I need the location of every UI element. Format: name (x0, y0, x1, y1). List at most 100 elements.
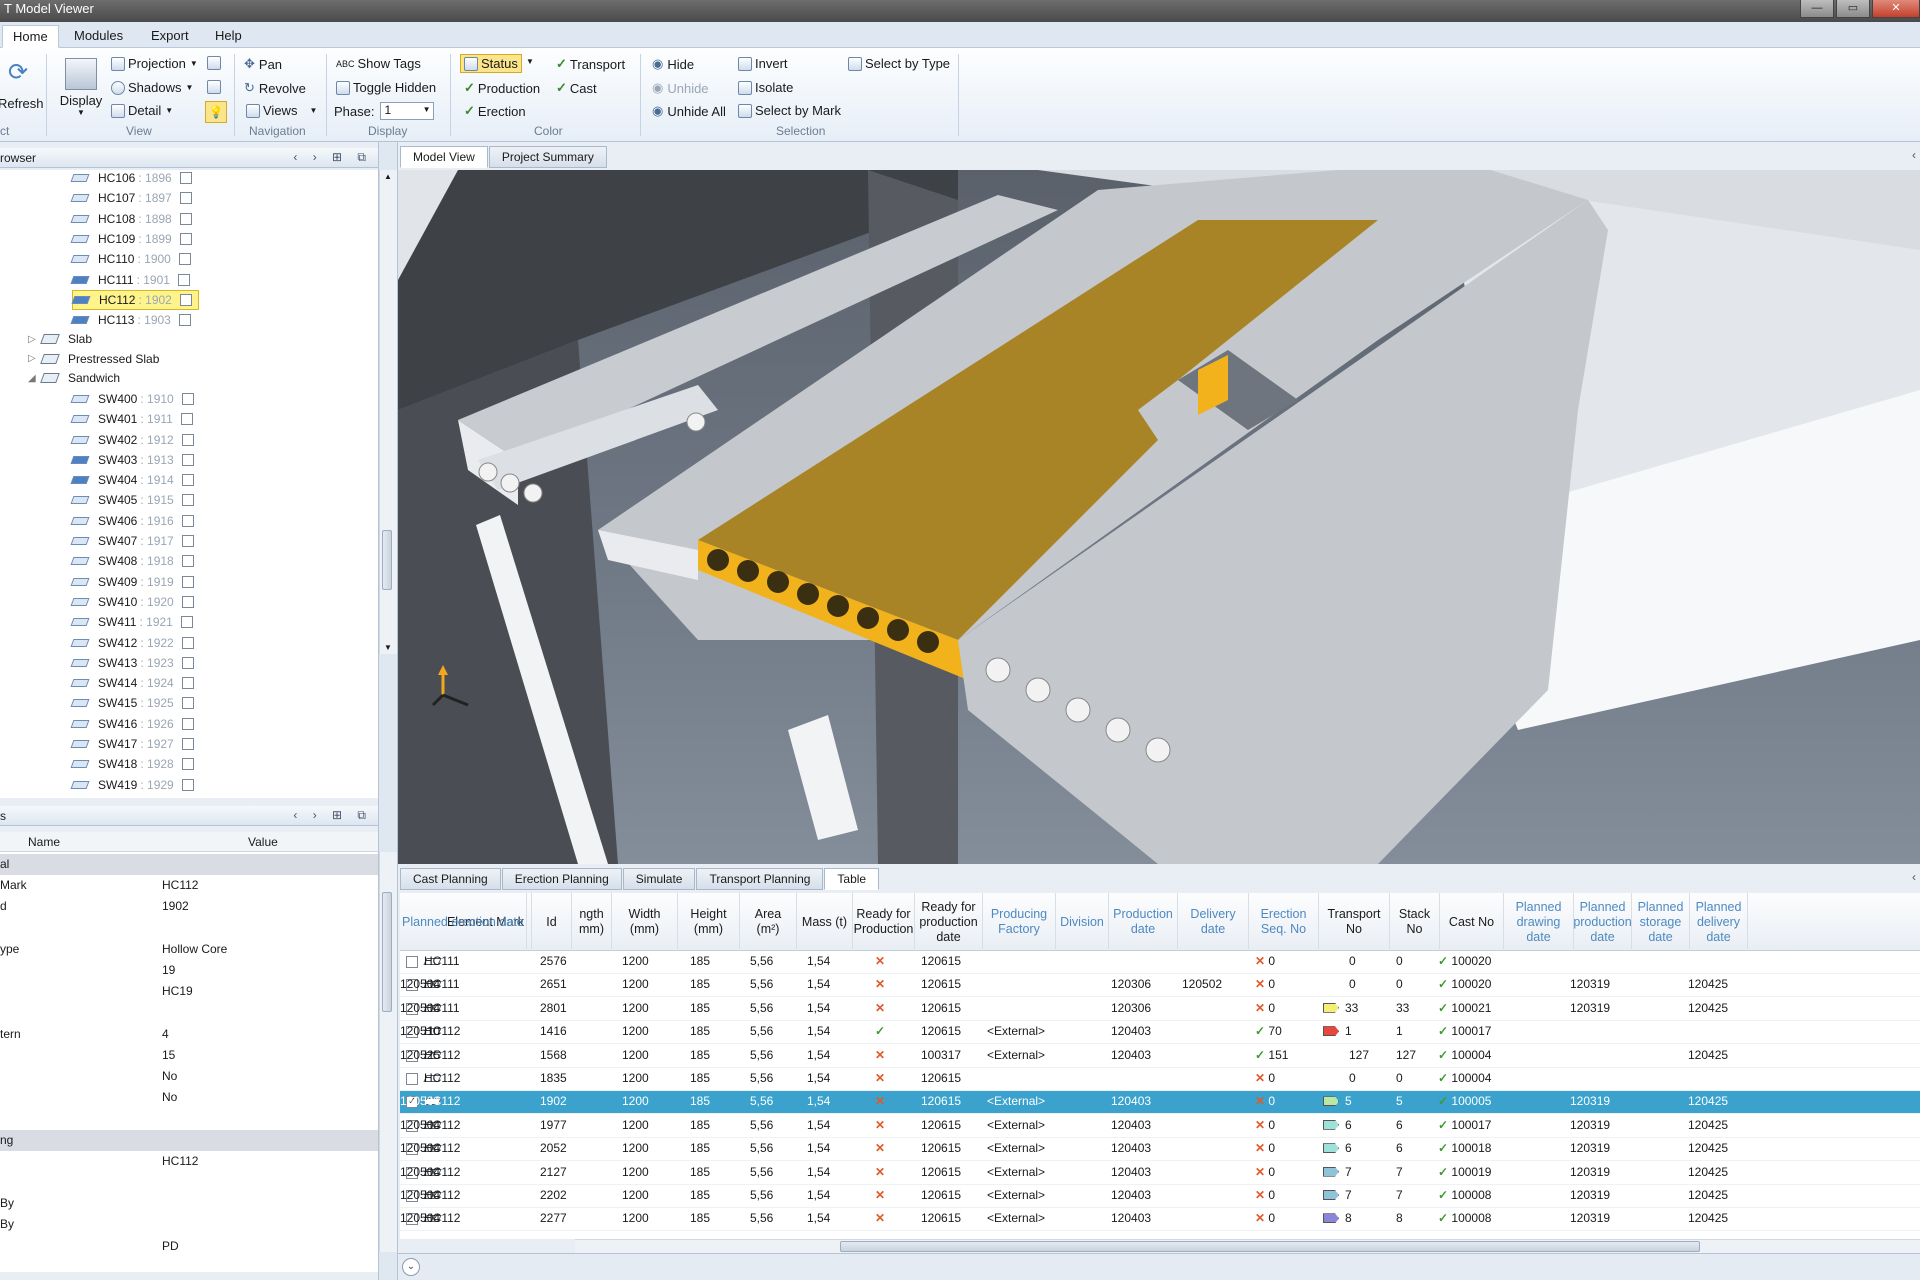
tree-item[interactable]: SW409: 1919 (70, 572, 194, 592)
visibility-checkbox[interactable] (181, 595, 194, 608)
property-row[interactable]: ype Hollow Core (0, 939, 378, 960)
property-row[interactable]: Mark HC112 (0, 875, 378, 896)
visibility-checkbox[interactable] (177, 273, 190, 286)
property-row[interactable] (0, 918, 378, 939)
table-row[interactable]: HC111 2651 1200 185 5,56 1,54 ✕ 120615 120306 120… (400, 974, 1920, 998)
model-3d-viewport[interactable] (398, 170, 1920, 864)
revolve-button[interactable]: ↻ Revolve (244, 80, 306, 96)
visibility-checkbox[interactable] (181, 778, 194, 791)
property-row[interactable]: No (0, 1066, 378, 1087)
property-row[interactable]: PD (0, 1236, 378, 1257)
column-header[interactable]: Cast No (1440, 893, 1504, 951)
hide-button[interactable]: ◉ Hide (652, 56, 694, 72)
table-row[interactable]: HC112 1568 1200 185 5,56 1,54 ✕ 100317 <External… (400, 1045, 1920, 1068)
browser-scrollbar[interactable]: ▲ ▼ (379, 170, 397, 654)
unhide-all-button[interactable]: ◉ Unhide All (652, 103, 726, 119)
table-row[interactable]: HC112 2127 1200 185 5,56 1,54 ✕ 120615 <External… (400, 1162, 1920, 1185)
tab-cast-planning[interactable]: Cast Planning (400, 868, 501, 890)
visibility-checkbox[interactable] (181, 677, 194, 690)
table-row[interactable]: HC112 2277 1200 185 5,56 1,54 ✕ 120615 <External… (400, 1208, 1920, 1232)
projection-button[interactable]: Projection ▼ (111, 56, 198, 71)
tree-item[interactable]: SW403: 1913 (70, 450, 194, 470)
column-header[interactable]: Division (1056, 893, 1109, 951)
tree-item[interactable]: HC111: 1901 (70, 270, 190, 290)
table-collapse-icon[interactable]: ‹ (1912, 870, 1916, 884)
status-dropdown[interactable]: ▼ (526, 57, 534, 66)
value-column-header[interactable]: Value (248, 835, 278, 849)
tree-item[interactable]: HC106: 1896 (70, 170, 192, 188)
property-category[interactable]: al (0, 854, 378, 875)
views-button[interactable]: Views ▼ (246, 103, 317, 118)
tree-item[interactable]: SW414: 1924 (70, 673, 194, 693)
visibility-checkbox[interactable] (181, 697, 194, 710)
visibility-checkbox[interactable] (180, 413, 193, 426)
property-row[interactable] (0, 1002, 378, 1023)
tree-item[interactable]: SW412: 1922 (70, 633, 194, 653)
table-row[interactable]: HC111 2801 1200 185 5,56 1,54 ✕ 120615 120306 ✕ 0… (400, 998, 1920, 1021)
invert-button[interactable]: Invert (738, 56, 788, 71)
tree-item[interactable]: SW418: 1928 (70, 754, 194, 774)
select-by-type-button[interactable]: Select by Type (848, 56, 950, 71)
tree-item[interactable]: SW413: 1923 (70, 653, 194, 673)
scroll-down-icon[interactable]: ▼ (384, 643, 392, 652)
column-header[interactable]: Planned erection date (400, 893, 527, 951)
column-header[interactable]: Erection Seq. No (1249, 893, 1319, 951)
column-header[interactable]: Transport No (1319, 893, 1390, 951)
visibility-checkbox[interactable] (181, 494, 194, 507)
panel-nav-icons[interactable]: ‹ › ⊞ ⧉ (293, 808, 372, 823)
tree-group[interactable]: ◢ Sandwich (28, 371, 120, 385)
visibility-checkbox[interactable] (181, 555, 194, 568)
column-header[interactable]: Planned drawing date (1504, 893, 1574, 951)
row-checkbox[interactable] (406, 1073, 418, 1085)
tree-item[interactable]: HC112: 1902 (71, 289, 199, 310)
column-header[interactable]: Id (532, 893, 572, 951)
tab-model-view[interactable]: Model View (400, 146, 488, 168)
scrollbar-thumb[interactable] (382, 892, 392, 1012)
tree-item[interactable]: SW419: 1929 (70, 775, 194, 795)
tree-item[interactable]: SW405: 1915 (70, 490, 194, 510)
column-header[interactable]: Height (mm) (678, 893, 740, 951)
visibility-checkbox[interactable] (179, 232, 192, 245)
name-column-header[interactable]: Name (28, 835, 60, 849)
column-header[interactable]: Producing Factory (983, 893, 1056, 951)
tree-item[interactable]: SW415: 1925 (70, 693, 194, 713)
visibility-checkbox[interactable] (179, 293, 192, 306)
light-toggle-button[interactable]: 💡 (205, 101, 227, 123)
tree-group[interactable]: ▷ Prestressed Slab (28, 352, 159, 366)
tree-item[interactable]: HC109: 1899 (70, 229, 192, 249)
show-tags-button[interactable]: ABC Show Tags (336, 56, 421, 71)
tree-item[interactable]: SW417: 1927 (70, 734, 194, 754)
table-row[interactable]: HC112 1416 1200 185 5,56 1,54 ✓ 120615 <External… (400, 1021, 1920, 1045)
detail-button[interactable]: Detail ▼ (111, 103, 173, 118)
property-row[interactable]: 19 (0, 960, 378, 981)
property-row[interactable] (0, 1172, 378, 1193)
section-icon-button[interactable] (207, 56, 224, 70)
property-row[interactable]: HC112 (0, 1151, 378, 1172)
property-row[interactable]: tern 4 (0, 1024, 378, 1045)
property-row[interactable]: d 1902 (0, 896, 378, 917)
shadows-button[interactable]: Shadows ▼ (111, 80, 193, 95)
minimize-button[interactable]: — (1800, 0, 1834, 18)
column-header[interactable]: Planned delivery date (1690, 893, 1748, 951)
visibility-checkbox[interactable] (181, 738, 194, 750)
production-color-button[interactable]: ✓ Production (464, 80, 540, 96)
table-row[interactable]: HC112 1977 1200 185 5,56 1,54 ✕ 120615 <External… (400, 1115, 1920, 1138)
panel-splitter[interactable]: ▲ ▼ (378, 142, 398, 1280)
close-button[interactable]: ✕ (1872, 0, 1920, 18)
tree-item[interactable]: SW404: 1914 (70, 470, 194, 490)
tree-item[interactable]: SW406: 1916 (70, 511, 194, 531)
unhide-button[interactable]: ◉ Unhide (652, 80, 709, 96)
tree-item[interactable]: HC107: 1897 (70, 188, 192, 208)
panel-nav-icons[interactable]: ‹ › ⊞ ⧉ (293, 150, 372, 165)
table-row[interactable]: HC111 2576 1200 185 5,56 1,54 ✕ 120615 ✕ 0 0 0 ✓ 10… (400, 951, 1920, 974)
column-header[interactable]: Stack No (1390, 893, 1440, 951)
property-row[interactable]: By (0, 1193, 378, 1214)
visibility-checkbox[interactable] (181, 474, 194, 487)
property-row[interactable]: By (0, 1214, 378, 1235)
scrollbar-thumb[interactable] (382, 530, 392, 590)
tree-item[interactable]: SW400: 1910 (70, 389, 194, 409)
visibility-checkbox[interactable] (180, 616, 193, 629)
column-header[interactable]: Planned production date (1574, 893, 1632, 951)
properties-scrollbar[interactable] (379, 852, 397, 1252)
visibility-checkbox[interactable] (179, 192, 192, 205)
